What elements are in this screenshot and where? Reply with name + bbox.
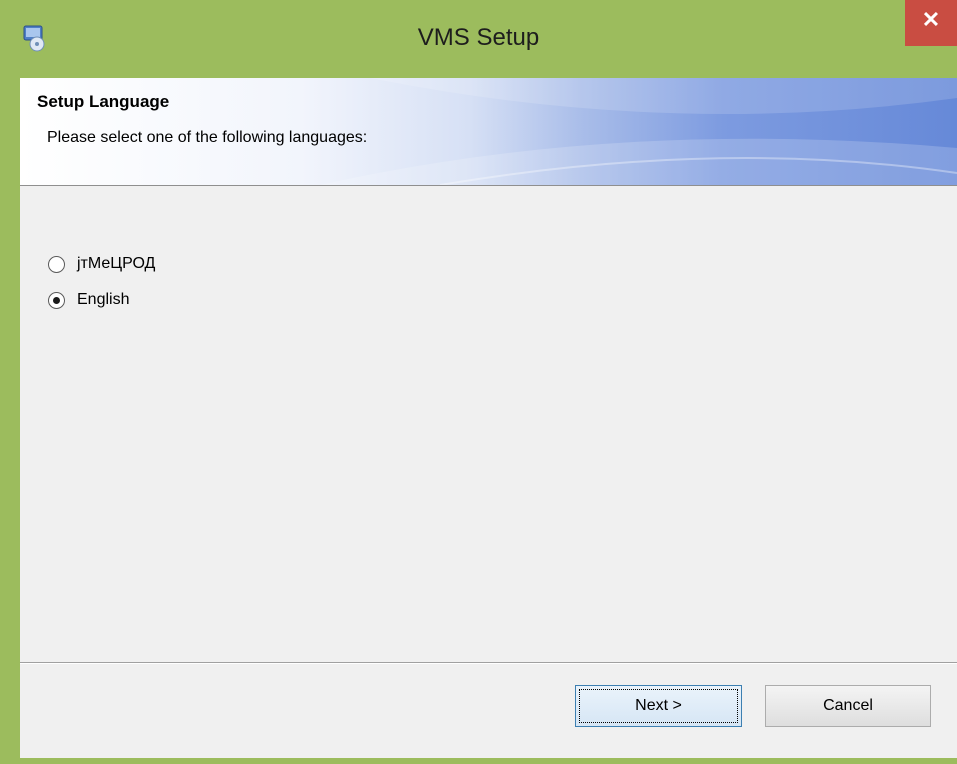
cancel-button-label: Cancel (823, 697, 873, 714)
language-option-other[interactable]: јтМеЦРОД (48, 252, 155, 276)
window-title: VMS Setup (417, 24, 540, 51)
dialog-client-area: Setup Language Please select one of the … (20, 78, 957, 758)
close-button[interactable]: ✕ (905, 0, 957, 46)
language-option-english[interactable]: English (48, 288, 129, 312)
radio-button[interactable] (48, 255, 65, 273)
cancel-button[interactable]: Cancel (765, 685, 931, 727)
setup-window: VMS Setup ✕ Setup Language Please select… (0, 0, 957, 764)
page-heading: Setup Language (37, 92, 170, 111)
language-label: јтМеЦРОД (77, 255, 156, 272)
language-label: English (77, 291, 130, 308)
footer-divider (20, 662, 957, 664)
next-button-label: Next > (635, 697, 682, 714)
next-button[interactable]: Next > (575, 685, 742, 727)
close-icon: ✕ (921, 7, 941, 32)
header-banner: Setup Language Please select one of the … (20, 78, 957, 186)
page-instruction: Please select one of the following langu… (47, 129, 368, 146)
title-bar[interactable]: VMS Setup ✕ (0, 0, 957, 78)
radio-button-selected[interactable] (48, 291, 65, 309)
